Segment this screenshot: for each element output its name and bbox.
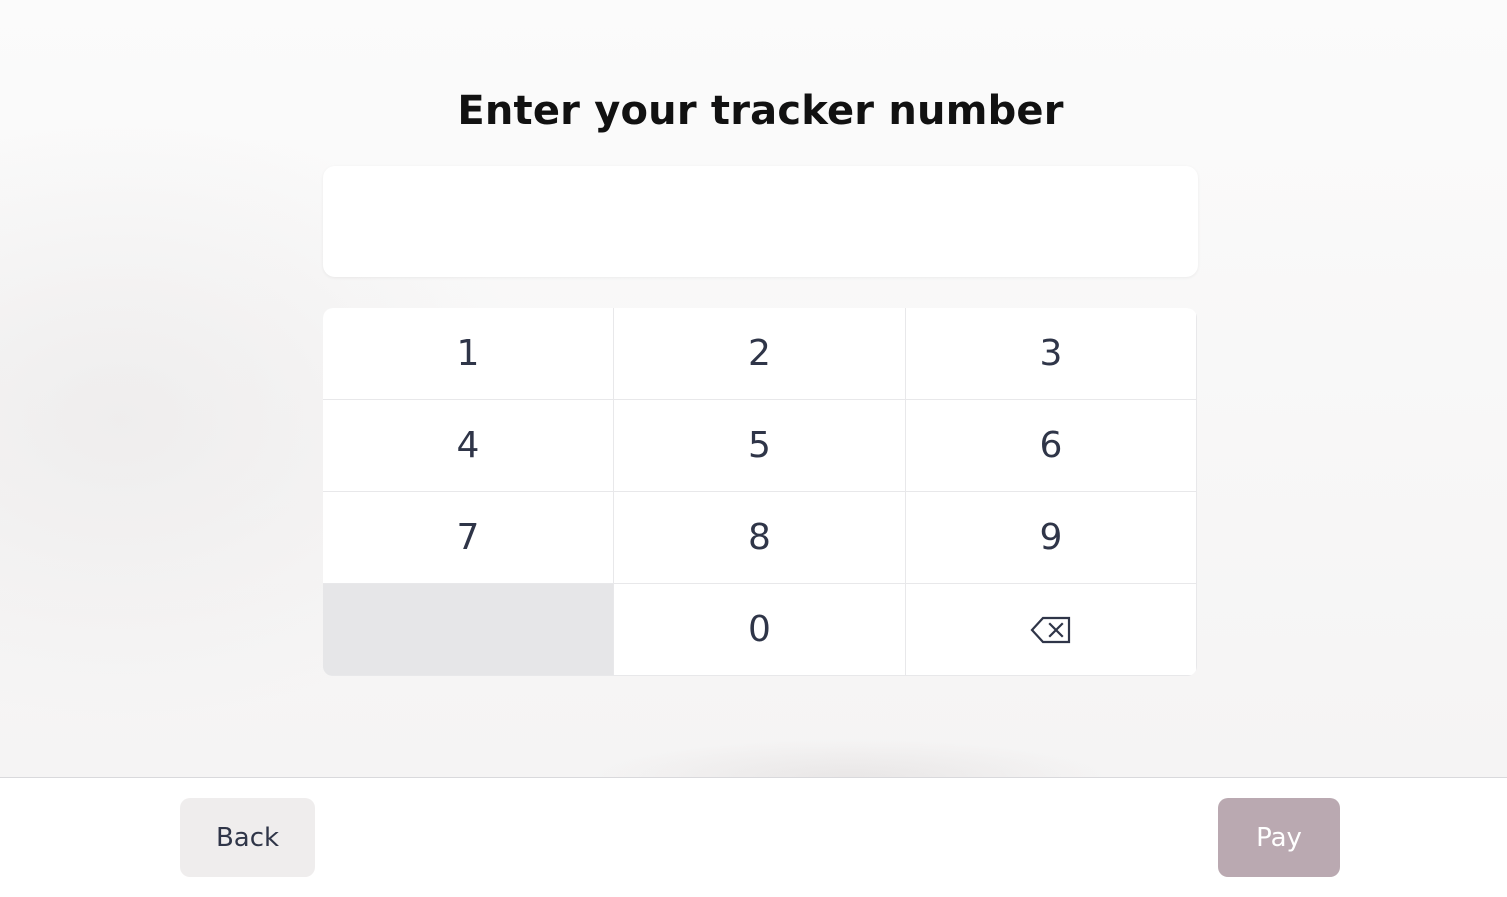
pay-button[interactable]: Pay (1218, 798, 1340, 877)
backspace-key[interactable] (906, 584, 1196, 675)
numeric-keypad: 1 2 3 4 5 6 7 8 9 0 (323, 308, 1197, 676)
key-7[interactable]: 7 (323, 492, 613, 583)
key-1[interactable]: 1 (323, 308, 613, 399)
key-4[interactable]: 4 (323, 400, 613, 491)
key-6[interactable]: 6 (906, 400, 1196, 491)
key-8[interactable]: 8 (614, 492, 905, 583)
back-button[interactable]: Back (180, 798, 315, 877)
key-blank (323, 584, 613, 675)
key-0[interactable]: 0 (614, 584, 905, 675)
key-3[interactable]: 3 (906, 308, 1196, 399)
key-9[interactable]: 9 (906, 492, 1196, 583)
backspace-icon (1030, 616, 1072, 644)
key-2[interactable]: 2 (614, 308, 905, 399)
tracker-number-input[interactable] (323, 166, 1198, 277)
page-title: Enter your tracker number (457, 88, 1064, 134)
footer-bar: Back Pay (0, 777, 1507, 897)
key-5[interactable]: 5 (614, 400, 905, 491)
